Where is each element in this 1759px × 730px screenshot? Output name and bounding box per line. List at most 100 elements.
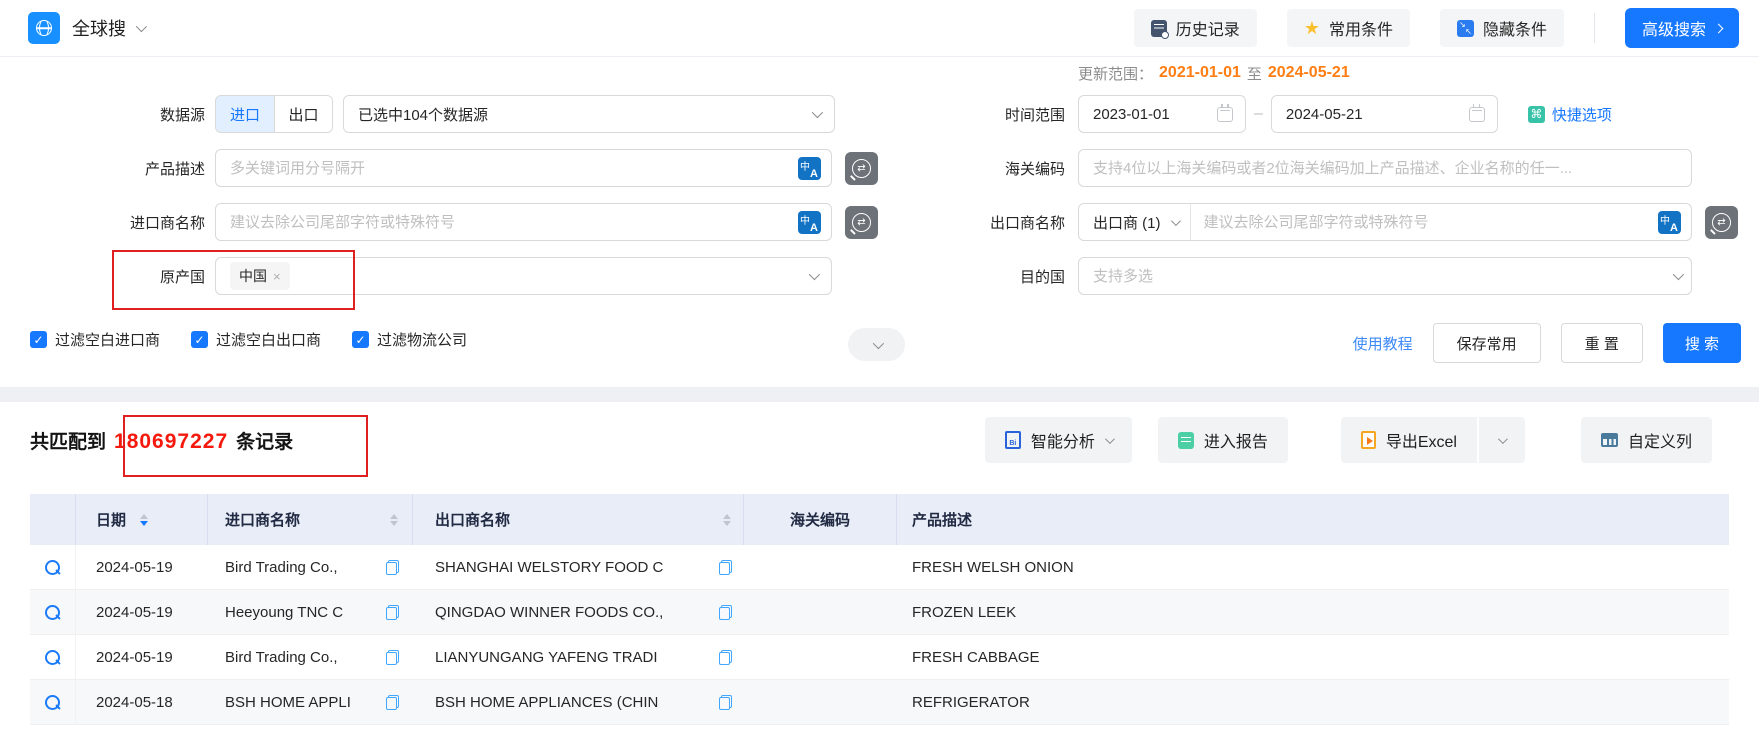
- row-cell-date: 2024-05-19: [76, 590, 208, 634]
- row-cell-importer[interactable]: Heeyoung TNC C: [208, 590, 413, 634]
- magnifier-icon[interactable]: [44, 694, 61, 711]
- calendar-icon[interactable]: [1469, 107, 1485, 122]
- chevron-down-icon[interactable]: [136, 21, 147, 32]
- exporter-type-select[interactable]: 出口商 (1): [1079, 204, 1191, 240]
- match-count-suffix: 条记录: [236, 427, 293, 454]
- filter-logistics-checkbox[interactable]: ✓ 过滤物流公司: [352, 329, 467, 350]
- row-cell-date: 2024-05-19: [76, 545, 208, 589]
- data-source-select[interactable]: 已选中104个数据源: [343, 95, 835, 133]
- row-cell-hs-code: [744, 635, 897, 679]
- chevron-down-icon: [1105, 434, 1115, 444]
- copy-icon[interactable]: [386, 560, 399, 575]
- remove-tag-icon[interactable]: ×: [273, 269, 281, 284]
- sort-exporter-control[interactable]: [723, 514, 731, 526]
- magnifier-icon[interactable]: [44, 604, 61, 621]
- sort-importer-control[interactable]: [390, 514, 398, 526]
- match-count-number: 180697227: [114, 430, 228, 454]
- fuzzy-match-button[interactable]: ⇄: [845, 152, 878, 185]
- filter-blank-importer-checkbox[interactable]: ✓ 过滤空白进口商: [30, 329, 160, 350]
- update-range-start: 2021-01-01: [1159, 64, 1241, 82]
- fuzzy-match-icon: ⇄: [852, 159, 871, 178]
- exporter-name-combo: 出口商 (1) 中A: [1078, 203, 1692, 241]
- row-cell-hs-code: [744, 590, 897, 634]
- copy-icon[interactable]: [719, 695, 732, 710]
- importer-name-input[interactable]: [230, 214, 798, 231]
- filter-blank-exporter-checkbox[interactable]: ✓ 过滤空白出口商: [191, 329, 321, 350]
- copy-icon[interactable]: [719, 560, 732, 575]
- smart-analysis-button[interactable]: Bi 智能分析: [985, 417, 1132, 463]
- copy-icon[interactable]: [719, 650, 732, 665]
- export-excel-button[interactable]: 导出Excel: [1341, 417, 1477, 463]
- magnifier-icon[interactable]: [44, 559, 61, 576]
- results-table: 日期 进口商名称 出口商名称: [30, 494, 1729, 725]
- product-desc-input[interactable]: [230, 160, 798, 177]
- enter-report-button[interactable]: 进入报告: [1158, 417, 1288, 463]
- copy-icon[interactable]: [719, 605, 732, 620]
- history-button[interactable]: 历史记录: [1134, 9, 1257, 47]
- bi-document-icon: Bi: [1005, 431, 1021, 449]
- hide-conditions-button[interactable]: ↘↖ 隐藏条件: [1440, 9, 1564, 47]
- search-button[interactable]: 搜 索: [1663, 323, 1741, 363]
- chevron-down-icon: [812, 107, 823, 118]
- sort-asc-icon: [390, 514, 398, 519]
- date-end-input[interactable]: [1286, 106, 1461, 123]
- importer-name-row: 进口商名称 中A ⇄: [30, 203, 878, 241]
- quick-options-link[interactable]: ⌘ 快捷选项: [1528, 104, 1612, 125]
- hs-code-row: 海关编码: [945, 149, 1738, 187]
- origin-country-row: 原产国 中国 ×: [30, 257, 878, 295]
- row-cell-product-desc: FROZEN LEEK: [897, 590, 1729, 634]
- export-options-button[interactable]: [1479, 417, 1525, 463]
- translate-zh-en-icon[interactable]: 中A: [798, 157, 821, 180]
- data-source-label: 数据源: [30, 104, 205, 125]
- section-divider-band: [0, 387, 1759, 402]
- row-cell-importer[interactable]: BSH HOME APPLI: [208, 680, 413, 724]
- translate-zh-en-icon[interactable]: 中A: [1658, 211, 1681, 234]
- origin-country-select[interactable]: 中国 ×: [215, 257, 832, 295]
- time-range-row: 时间范围 – ⌘ 快捷选项: [945, 95, 1738, 133]
- sort-date-control[interactable]: [140, 514, 148, 526]
- row-cell-exporter[interactable]: SHANGHAI WELSTORY FOOD C: [413, 545, 744, 589]
- product-desc-inputbox: 中A: [215, 149, 832, 187]
- save-favorite-button[interactable]: 保存常用: [1433, 323, 1541, 363]
- table-row: 2024-05-19 Bird Trading Co., LIANYUNGANG…: [30, 635, 1729, 680]
- row-cell-exporter[interactable]: BSH HOME APPLIANCES (CHIN: [413, 680, 744, 724]
- row-cell-hs-code: [744, 680, 897, 724]
- star-icon: ★: [1304, 19, 1320, 37]
- row-cell-exporter[interactable]: LIANYUNGANG YAFENG TRADI: [413, 635, 744, 679]
- row-cell-exporter[interactable]: QINGDAO WINNER FOODS CO.,: [413, 590, 744, 634]
- row-cell-product-desc: REFRIGERATOR: [897, 680, 1729, 724]
- row-cell-importer[interactable]: Bird Trading Co.,: [208, 545, 413, 589]
- destination-country-input[interactable]: [1093, 268, 1673, 285]
- exporter-name-input[interactable]: [1191, 214, 1658, 231]
- hs-code-input[interactable]: [1093, 160, 1681, 177]
- import-export-segment: 进口 出口: [215, 95, 333, 133]
- time-range-label: 时间范围: [945, 104, 1065, 125]
- data-source-row: 数据源 进口 出口 已选中104个数据源: [30, 95, 878, 133]
- row-cell-product-desc: FRESH WELSH ONION: [897, 545, 1729, 589]
- advanced-search-button[interactable]: 高级搜索: [1625, 8, 1739, 48]
- magnifier-icon[interactable]: [44, 649, 61, 666]
- tab-export[interactable]: 出口: [274, 96, 332, 132]
- date-start-input[interactable]: [1093, 106, 1209, 123]
- fuzzy-match-button[interactable]: ⇄: [1705, 206, 1738, 239]
- table-row: 2024-05-19 Heeyoung TNC C QINGDAO WINNER…: [30, 590, 1729, 635]
- tab-import[interactable]: 进口: [216, 96, 274, 132]
- header-cell-importer: 进口商名称: [208, 494, 413, 545]
- copy-icon[interactable]: [386, 605, 399, 620]
- sort-asc-icon: [140, 514, 148, 519]
- favorite-conditions-button[interactable]: ★ 常用条件: [1287, 9, 1410, 47]
- origin-country-tag: 中国 ×: [230, 262, 290, 290]
- destination-country-select[interactable]: [1078, 257, 1692, 295]
- calendar-icon[interactable]: [1217, 107, 1233, 122]
- sort-asc-icon: [723, 514, 731, 519]
- collapse-icon: ↘↖: [1457, 20, 1474, 37]
- translate-zh-en-icon[interactable]: 中A: [798, 211, 821, 234]
- tutorial-link[interactable]: 使用教程: [1353, 333, 1413, 354]
- copy-icon[interactable]: [386, 650, 399, 665]
- copy-icon[interactable]: [386, 695, 399, 710]
- fuzzy-match-button[interactable]: ⇄: [845, 206, 878, 239]
- customize-columns-button[interactable]: 自定义列: [1581, 417, 1712, 463]
- expand-more-pill[interactable]: [848, 328, 905, 361]
- row-cell-importer[interactable]: Bird Trading Co.,: [208, 635, 413, 679]
- reset-button[interactable]: 重 置: [1561, 323, 1643, 363]
